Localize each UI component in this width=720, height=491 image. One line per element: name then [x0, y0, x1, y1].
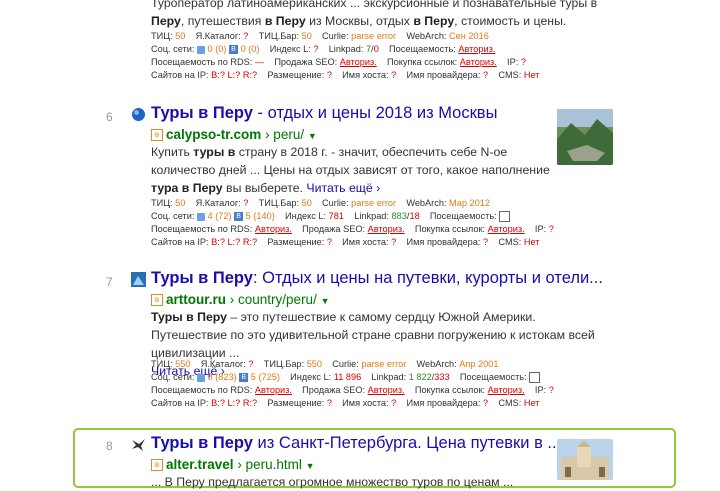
metrics-row-4: Сайтов на IP: B:? L:? R:? Размещение: ? …	[151, 70, 540, 80]
metrics-row-2: Соц. сети: 0 (823) В 5 (725) Индекс L: 1…	[151, 370, 541, 384]
result-url[interactable]: в alter.travel › peru.html ▼	[151, 457, 315, 472]
site-info-icon[interactable]: в	[151, 129, 163, 142]
result-thumbnail[interactable]	[557, 109, 613, 165]
like-icon	[196, 45, 205, 54]
seo-auth-link[interactable]: Авториз.	[368, 383, 405, 397]
vk-icon: В	[234, 212, 244, 222]
linkpad-b[interactable]: 0	[374, 42, 379, 56]
linkpad-b[interactable]: 18	[409, 209, 419, 223]
site-favicon-icon	[131, 272, 146, 287]
bar-value[interactable]: 50	[302, 196, 312, 210]
vk-icon: В	[239, 373, 249, 383]
metrics-row-4: Сайтов на IP: B:? L:? R:? Размещение: ? …	[151, 398, 540, 408]
result-title-link[interactable]: Туры в Перу: Отдых и цены на путевки, ку…	[151, 269, 603, 288]
webarch-value[interactable]: Апр 2001	[459, 357, 498, 371]
globe-favicon-icon	[131, 107, 146, 122]
catalog-value[interactable]: ?	[243, 29, 248, 43]
chevron-down-icon[interactable]: ▼	[321, 296, 330, 306]
catalog-value[interactable]: ?	[243, 196, 248, 210]
chart-icon[interactable]	[529, 372, 541, 384]
metrics-row-1: ТИЦ: 550 Я.Каталог: ? ТИЦ.Бар: 550 Curli…	[151, 357, 499, 371]
rds-auth-link[interactable]: Авториз.	[255, 222, 292, 236]
result-thumbnail[interactable]	[557, 439, 613, 480]
read-more-link[interactable]: Читать ещё ›	[306, 181, 380, 195]
curlie-value[interactable]: parse error	[361, 357, 406, 371]
chart-icon[interactable]	[499, 211, 511, 223]
result-title-link[interactable]: Туры в Перу - отдых и цены 2018 из Москв…	[151, 104, 497, 123]
like-icon	[196, 373, 205, 382]
traffic-auth-link[interactable]: Авториз.	[458, 42, 495, 56]
like-icon	[196, 212, 205, 221]
result-url[interactable]: в arttour.ru › country/peru/ ▼	[151, 292, 330, 307]
tic-value[interactable]: 50	[175, 196, 185, 210]
index-value[interactable]: 781	[329, 209, 344, 223]
linkpad-a[interactable]: 7	[366, 42, 371, 56]
linkpad-a[interactable]: 883	[392, 209, 407, 223]
seo-auth-link[interactable]: Авториз.	[340, 55, 377, 69]
index-value[interactable]: 11 896	[334, 370, 361, 384]
curlie-value[interactable]: parse error	[351, 29, 396, 43]
tic-value[interactable]: 50	[175, 29, 185, 43]
metrics-row-2: Соц. сети: 4 (72) В 5 (140) Индекс L: 78…	[151, 209, 511, 223]
site-info-icon[interactable]: в	[151, 459, 163, 472]
result-snippet: ... В Перу предлагается огромное множест…	[151, 475, 514, 489]
metrics-row-4: Сайтов на IP: B:? L:? R:? Размещение: ? …	[151, 237, 540, 247]
buy-auth-link[interactable]: Авториз.	[460, 55, 497, 69]
buy-auth-link[interactable]: Авториз.	[488, 222, 525, 236]
vk-icon: В	[229, 45, 238, 55]
metrics-row-1: ТИЦ: 50 Я.Каталог: ? ТИЦ.Бар: 50 Curlie:…	[151, 196, 491, 210]
metrics-row-2: Соц. сети: 0 (0) В 0 (0) Индекс L: ? Lin…	[151, 42, 496, 56]
metrics-row-3: Посещаемость по RDS: Авториз. Продажа SE…	[151, 222, 554, 236]
webarch-value[interactable]: Сен 2016	[449, 29, 489, 43]
result-number: 6	[106, 110, 113, 124]
bar-value[interactable]: 50	[302, 29, 312, 43]
tic-value[interactable]: 550	[175, 357, 190, 371]
site-info-icon[interactable]: в	[151, 294, 163, 307]
index-value[interactable]: ?	[313, 42, 318, 56]
buy-auth-link[interactable]: Авториз.	[488, 383, 525, 397]
result-number: 8	[106, 439, 113, 453]
result-title-link[interactable]: Туры в Перу из Санкт-Петербурга. Цена пу…	[151, 434, 561, 453]
chevron-down-icon[interactable]: ▼	[306, 461, 315, 471]
linkpad-a[interactable]: 1 822	[409, 370, 432, 384]
result-url[interactable]: в calypso-tr.com › peru/ ▼	[151, 127, 317, 142]
metrics-row-3: Посещаемость по RDS: — Продажа SEO: Авто…	[151, 55, 526, 69]
bar-value[interactable]: 550	[307, 357, 322, 371]
chevron-down-icon[interactable]: ▼	[308, 131, 317, 141]
webarch-value[interactable]: Мар 2012	[449, 196, 490, 210]
result-snippet: Купить туры в страну в 2018 г. - значит,…	[151, 145, 550, 195]
result-number: 7	[106, 275, 113, 289]
result-snippet: Туроператор латиноамериканских ... экску…	[151, 0, 598, 28]
curlie-value[interactable]: parse error	[351, 196, 396, 210]
rds-auth-link[interactable]: Авториз.	[255, 383, 292, 397]
catalog-value[interactable]: ?	[248, 357, 253, 371]
bird-favicon-icon	[131, 437, 146, 452]
seo-auth-link[interactable]: Авториз.	[368, 222, 405, 236]
linkpad-b[interactable]: 333	[434, 370, 449, 384]
metrics-row-1: ТИЦ: 50 Я.Каталог: ? ТИЦ.Бар: 50 Curlie:…	[151, 29, 489, 43]
metrics-row-3: Посещаемость по RDS: Авториз. Продажа SE…	[151, 383, 554, 397]
